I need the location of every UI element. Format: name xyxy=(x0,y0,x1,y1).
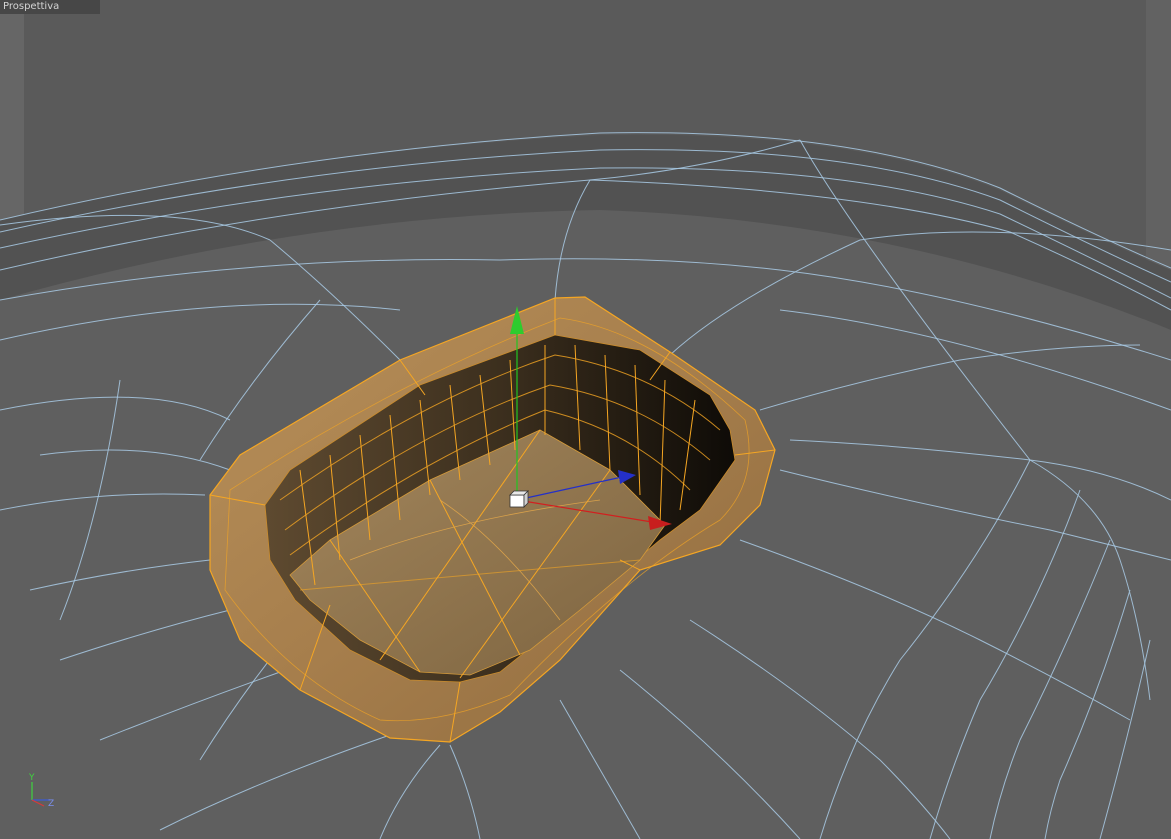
scene-canvas[interactable]: Y Z xyxy=(0,0,1171,839)
viewport-label[interactable]: Prospettiva xyxy=(0,0,100,14)
cube-icon[interactable] xyxy=(509,490,529,508)
axis-z-label: Z xyxy=(48,799,54,809)
3d-viewport[interactable]: Prospettiva Y Z xyxy=(0,0,1171,839)
axis-y-label: Y xyxy=(28,773,35,783)
